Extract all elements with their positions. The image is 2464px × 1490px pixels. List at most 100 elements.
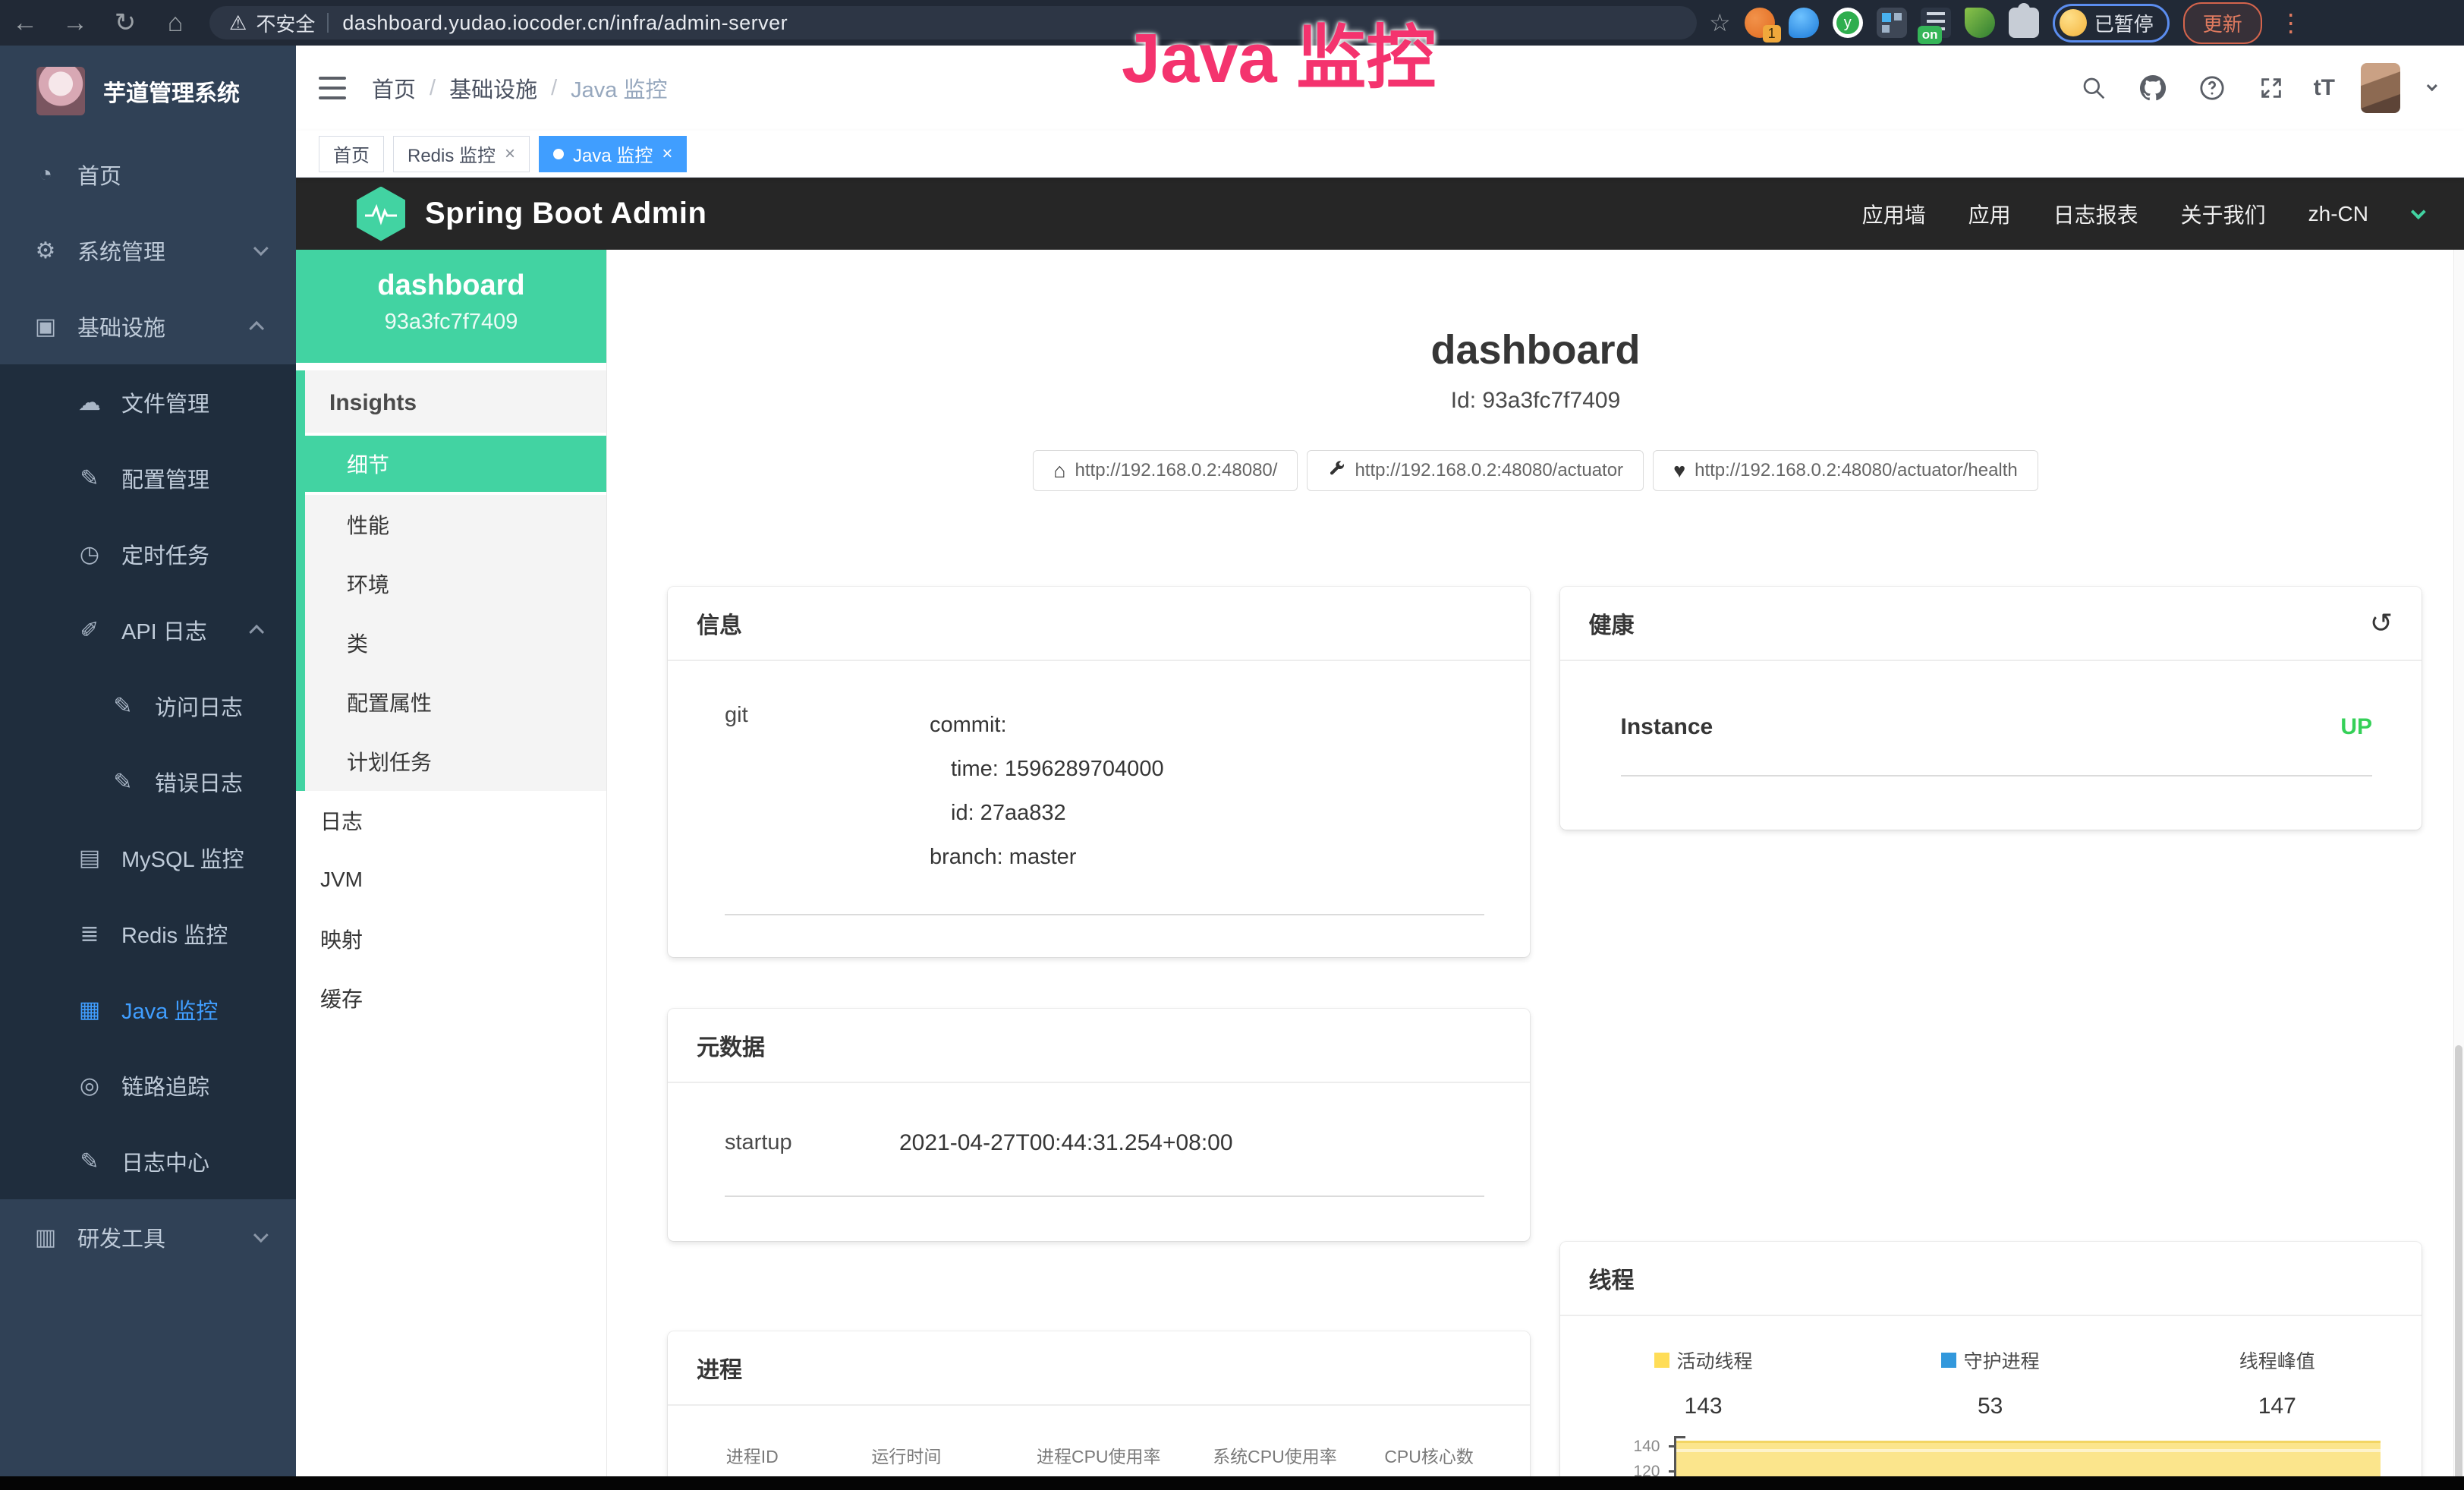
dashboard-icon: ◔ <box>30 162 61 187</box>
extensions-puzzle-icon[interactable] <box>2009 8 2039 38</box>
tab-java-monitor[interactable]: Java 监控 × <box>539 136 687 172</box>
menu-item-scheduled-tasks[interactable]: 计划任务 <box>305 732 606 791</box>
sba-nav-journal[interactable]: 日志报表 <box>2053 199 2138 229</box>
col-process-cpu: 进程CPU使用率 <box>1006 1442 1191 1468</box>
sidebar-item-config-manage[interactable]: ✎ 配置管理 <box>0 440 296 516</box>
metadata-card: 元数据 startup 2021-04-27T00:44:31.254+08:0… <box>668 1009 1530 1241</box>
sidebar-item-redis-monitor[interactable]: ≣ Redis 监控 <box>0 896 296 972</box>
search-icon[interactable] <box>2077 71 2110 105</box>
fullscreen-icon[interactable] <box>2255 71 2288 105</box>
address-bar[interactable]: ⚠ 不安全 dashboard.yudao.iocoder.cn/infra/a… <box>209 6 1697 39</box>
legend-daemon-threads: 守护进程 <box>1847 1347 2134 1374</box>
sidebar-item-log-center[interactable]: ✎ 日志中心 <box>0 1123 296 1199</box>
y-tick-140: 140 <box>1560 1438 1660 1456</box>
menu-item-classes[interactable]: 类 <box>305 613 606 673</box>
breadcrumb-home[interactable]: 首页 <box>372 72 416 104</box>
history-icon[interactable]: ↺ <box>2370 607 2393 639</box>
back-icon[interactable]: ← <box>0 8 50 38</box>
content-scrollbar[interactable] <box>2453 250 2464 1490</box>
extension-icon-pin[interactable] <box>1789 8 1819 38</box>
breadcrumb: 首页 / 基础设施 / Java 监控 <box>372 72 667 104</box>
breadcrumb-current: Java 监控 <box>571 72 667 104</box>
menu-item-details[interactable]: 细节 <box>305 436 606 495</box>
bookmark-star-icon[interactable]: ☆ <box>1709 8 1731 37</box>
sidebar-item-error-log[interactable]: ✎ 错误日志 <box>0 744 296 820</box>
sidebar-item-label: 链路追踪 <box>121 1069 209 1101</box>
forward-icon[interactable]: → <box>50 8 100 38</box>
link-health-url[interactable]: ♥ http://192.168.0.2:48080/actuator/heal… <box>1653 450 2038 491</box>
browser-update-button[interactable]: 更新 <box>2183 2 2262 44</box>
tab-label: Java 监控 <box>573 140 653 167</box>
menu-item-mappings[interactable]: 映射 <box>296 909 606 969</box>
scrollbar-thumb[interactable] <box>2455 1045 2462 1490</box>
extension-icon-orange[interactable]: 1 <box>1745 8 1775 38</box>
sidebar-group-system[interactable]: ⚙ 系统管理 <box>0 213 296 288</box>
menu-item-caches[interactable]: 缓存 <box>296 969 606 1028</box>
text-size-icon[interactable]: tT <box>2314 75 2335 101</box>
sidebar-group-api-log[interactable]: ✐ API 日志 <box>0 592 296 668</box>
sba-nav-wall[interactable]: 应用墙 <box>1862 199 1926 229</box>
insights-label: Insights <box>305 370 606 436</box>
browser-profile-chip[interactable]: 已暂停 <box>2053 4 2170 43</box>
process-header-row: 进程ID 运行时间 进程CPU使用率 系统CPU使用率 CPU核心数 <box>698 1442 1499 1468</box>
menu-item-jvm[interactable]: JVM <box>296 850 606 909</box>
not-secure-warning-icon[interactable]: ⚠ <box>229 11 247 35</box>
app-sidebar: 芋道管理系统 ◔ 首页 ⚙ 系统管理 ▣ 基础设施 ☁ 文件管理 ✎ 配置管理 <box>0 46 296 1490</box>
spring-boot-admin-title: Spring Boot Admin <box>425 197 706 231</box>
instance-sidebar: dashboard 93a3fc7f7409 Insights 细节 性能 环境… <box>296 250 607 1490</box>
close-icon[interactable]: × <box>505 143 515 165</box>
avatar-caret-icon[interactable] <box>2427 80 2437 91</box>
sidebar-group-infra[interactable]: ▣ 基础设施 <box>0 288 296 364</box>
col-pid: 进程ID <box>698 1442 806 1468</box>
metadata-card-body: startup 2021-04-27T00:44:31.254+08:00 <box>668 1083 1530 1241</box>
user-avatar[interactable] <box>2361 63 2400 113</box>
extension-icon-green[interactable]: y <box>1833 8 1863 38</box>
sidebar-item-mysql-monitor[interactable]: ▤ MySQL 监控 <box>0 820 296 896</box>
sidebar-group-dev-tools[interactable]: ▥ 研发工具 <box>0 1199 296 1275</box>
reload-icon[interactable]: ↻ <box>100 8 150 38</box>
threads-card: 线程 活动线程 守护进程 <box>1560 1242 2422 1490</box>
menu-item-logs[interactable]: 日志 <box>296 791 606 850</box>
screen: ← → ↻ ⌂ ⚠ 不安全 dashboard.yudao.iocoder.cn… <box>0 0 2464 1490</box>
link-actuator-url[interactable]: http://192.168.0.2:48080/actuator <box>1307 450 1644 491</box>
metadata-card-title: 元数据 <box>668 1009 1530 1083</box>
git-branch-line: branch: master <box>930 835 1164 879</box>
health-instance-label[interactable]: Instance <box>1621 714 1713 740</box>
tab-home[interactable]: 首页 <box>319 136 384 172</box>
menu-item-config-props[interactable]: 配置属性 <box>305 673 606 732</box>
sidebar-item-file-manage[interactable]: ☁ 文件管理 <box>0 364 296 440</box>
sidebar-item-access-log[interactable]: ✎ 访问日志 <box>0 668 296 744</box>
breadcrumb-infra[interactable]: 基础设施 <box>449 72 537 104</box>
extension-green-letter: y <box>1836 11 1859 34</box>
info-git-value: commit: time: 1596289704000 id: 27aa832 … <box>930 703 1164 879</box>
sba-nav-applications[interactable]: 应用 <box>1968 199 2011 229</box>
help-icon[interactable] <box>2195 71 2229 105</box>
spring-boot-admin-logo[interactable] <box>357 187 405 241</box>
sidebar-item-java-monitor[interactable]: ▦ Java 监控 <box>0 972 296 1047</box>
menu-item-environment[interactable]: 环境 <box>305 554 606 613</box>
sidebar-item-label: 访问日志 <box>155 690 243 722</box>
browser-home-icon[interactable]: ⌂ <box>150 8 200 38</box>
cards-left-column: 信息 git commit: time: 1596289704000 id: 2… <box>668 587 1530 1490</box>
github-icon[interactable] <box>2136 71 2170 105</box>
menu-item-metrics[interactable]: 性能 <box>305 495 606 554</box>
sidebar-item-tracing[interactable]: ◎ 链路追踪 <box>0 1047 296 1123</box>
link-service-url[interactable]: ⌂ http://192.168.0.2:48080/ <box>1033 450 1298 491</box>
browser-menu-icon[interactable]: ⋮ <box>2276 8 2306 37</box>
legend-label: 活动线程 <box>1677 1347 1753 1374</box>
tab-redis-monitor[interactable]: Redis 监控 × <box>393 136 530 172</box>
sba-nav-about[interactable]: 关于我们 <box>2181 199 2266 229</box>
threads-legend: 活动线程 守护进程 线程峰值 <box>1560 1347 2422 1374</box>
close-icon[interactable]: × <box>662 143 672 165</box>
sidebar-item-scheduled-jobs[interactable]: ◷ 定时任务 <box>0 516 296 592</box>
locale-caret-icon[interactable] <box>2411 204 2426 219</box>
health-card-body: Instance UP <box>1560 661 2422 830</box>
sidebar-item-label: 配置管理 <box>121 462 209 494</box>
extension-icon-leaf[interactable] <box>1965 8 1995 38</box>
sba-locale-select[interactable]: zh-CN <box>2308 202 2368 226</box>
redis-stack-icon: ≣ <box>74 921 105 947</box>
sidebar-toggle-icon[interactable] <box>319 77 346 99</box>
extension-icon-onetab[interactable]: on <box>1921 8 1951 38</box>
extension-icon-grid[interactable] <box>1877 8 1907 38</box>
sidebar-item-home[interactable]: ◔ 首页 <box>0 137 296 213</box>
